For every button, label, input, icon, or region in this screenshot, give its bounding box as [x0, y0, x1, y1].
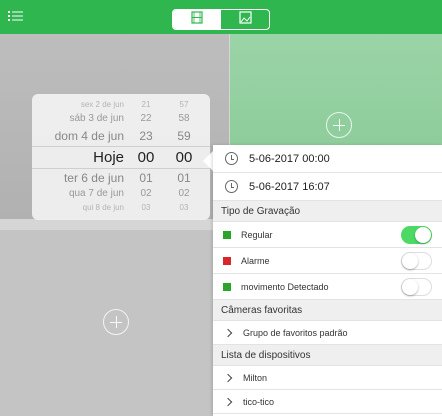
add-camera-icon[interactable] [326, 112, 352, 138]
chevron-right-icon [223, 373, 233, 382]
picker-date: sáb 3 de jun [69, 113, 125, 124]
picker-minute: 00 [175, 149, 193, 166]
device-list-header: Lista de dispositivos [213, 345, 442, 366]
picker-hour: 22 [140, 113, 152, 124]
tab-single-view[interactable] [173, 10, 221, 29]
color-swatch [223, 230, 231, 239]
camera-slot[interactable] [0, 230, 229, 416]
picker-minute: 59 [177, 129, 191, 143]
clock-icon [225, 180, 238, 193]
favorite-group-label: Grupo de favoritos padrão [243, 327, 348, 338]
picker-minute: 01 [177, 171, 191, 185]
menu-icon[interactable] [8, 9, 24, 25]
recording-type-alarm[interactable]: Alarme [213, 248, 442, 274]
alarm-toggle[interactable] [401, 252, 432, 270]
tab-grid-view[interactable] [221, 10, 269, 29]
picker-minute: 58 [178, 113, 190, 124]
picker-selection-line [32, 146, 210, 147]
picker-date: ter 6 de jun [63, 171, 124, 185]
picker-date: sex 2 de jun [80, 100, 124, 109]
picker-selection-line [32, 168, 210, 169]
picker-hour: 23 [139, 129, 153, 143]
motion-toggle[interactable] [401, 278, 432, 296]
film-icon [191, 10, 203, 29]
chevron-right-icon [223, 328, 233, 337]
picker-row-selected[interactable]: Hoje 00 00 [32, 149, 210, 166]
clock-icon [225, 152, 238, 165]
toggle-knob [402, 279, 418, 295]
favorite-group-item[interactable]: Grupo de favoritos padrão [213, 321, 442, 345]
device-label: tico-tico [243, 396, 275, 407]
date-time-picker[interactable]: sex 2 de jun 21 57 sáb 3 de jun 22 58 do… [32, 94, 210, 220]
start-time-value: 5-06-2017 00:00 [249, 152, 330, 165]
picker-row[interactable]: qui 8 de jun 03 03 [32, 203, 210, 212]
picker-minute: 57 [179, 100, 189, 109]
regular-toggle[interactable] [401, 226, 432, 244]
picker-row[interactable]: dom 4 de jun 23 59 [32, 129, 210, 143]
device-item[interactable]: tico-tico [213, 390, 442, 414]
image-icon [238, 10, 252, 29]
picker-date: qua 7 de jun [68, 188, 124, 199]
picker-date: Hoje [93, 149, 124, 166]
picker-date: dom 4 de jun [54, 129, 124, 143]
start-time-row[interactable]: 5-06-2017 00:00 [213, 145, 442, 173]
picker-date: qui 8 de jun [82, 203, 124, 212]
end-time-row[interactable]: 5-06-2017 16:07 [213, 173, 442, 201]
picker-hour: 21 [141, 100, 151, 109]
view-mode-segmented-control [172, 9, 270, 30]
picker-minute: 03 [179, 203, 189, 212]
picker-hour: 01 [139, 171, 153, 185]
end-time-value: 5-06-2017 16:07 [249, 180, 330, 193]
picker-hour: 00 [137, 149, 155, 166]
chevron-right-icon [223, 397, 233, 406]
picker-minute: 02 [178, 188, 190, 199]
recording-type-regular[interactable]: Regular [213, 222, 442, 248]
add-camera-icon[interactable] [103, 309, 129, 335]
device-label: Milton [243, 372, 268, 383]
favorites-header: Câmeras favoritas [213, 300, 442, 321]
recording-type-label: Alarme [241, 255, 270, 266]
toggle-knob [402, 253, 418, 269]
picker-row[interactable]: qua 7 de jun 02 02 [32, 188, 210, 199]
toggle-knob [415, 227, 431, 243]
popover-pointer [203, 151, 213, 171]
device-item[interactable]: Milton [213, 366, 442, 390]
color-swatch [223, 256, 231, 265]
picker-row[interactable]: sáb 3 de jun 22 58 [32, 113, 210, 124]
recording-type-label: Regular [241, 229, 273, 240]
recording-type-label: movimento Detectado [241, 281, 329, 292]
recording-type-header: Tipo de Gravação [213, 201, 442, 222]
color-swatch [223, 282, 231, 291]
picker-row[interactable]: ter 6 de jun 01 01 [32, 171, 210, 185]
top-bar [0, 0, 442, 34]
picker-row[interactable]: sex 2 de jun 21 57 [32, 100, 210, 109]
picker-hour: 03 [141, 203, 151, 212]
recording-type-motion[interactable]: movimento Detectado [213, 274, 442, 300]
picker-hour: 02 [140, 188, 152, 199]
playback-filter-panel: 5-06-2017 00:00 5-06-2017 16:07 Tipo de … [213, 145, 442, 416]
